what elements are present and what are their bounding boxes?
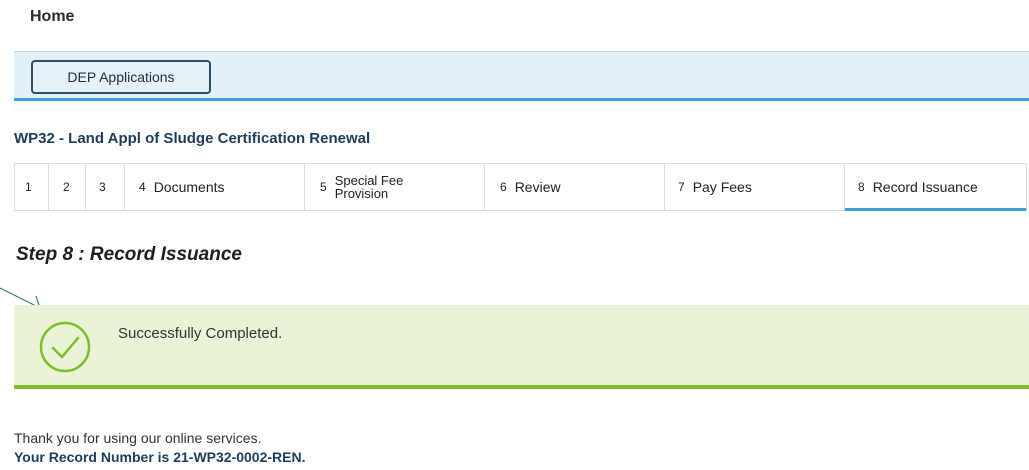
step-number: 1 xyxy=(25,180,32,194)
step-navigation: 1 2 3 4 Documents 5 Special Fee Provisio… xyxy=(14,163,1027,211)
success-message: Successfully Completed. xyxy=(118,325,283,342)
step-number: 4 xyxy=(139,180,146,194)
step-label: Pay Fees xyxy=(692,179,752,195)
step-heading: Step 8 : Record Issuance xyxy=(16,244,242,265)
record-title: WP32 - Land Appl of Sludge Certification… xyxy=(14,130,371,147)
app-bar: DEP Applications xyxy=(14,51,1029,101)
step-number: 8 xyxy=(858,180,865,194)
step-number: 3 xyxy=(99,180,106,194)
step-label: Review xyxy=(514,179,561,195)
step-2[interactable]: 2 xyxy=(49,164,86,210)
record-number-text: Your Record Number is 21-WP32-0002-REN. xyxy=(14,449,306,465)
success-banner: Successfully Completed. xyxy=(14,305,1029,389)
step-label: Special Fee Provision xyxy=(335,174,404,200)
step-label: Record Issuance xyxy=(872,179,978,195)
dep-applications-button[interactable]: DEP Applications xyxy=(31,60,211,94)
step-number: 2 xyxy=(63,180,70,194)
step-6[interactable]: 6 Review xyxy=(485,164,665,210)
thank-you-message: Thank you for using our online services. xyxy=(14,430,262,446)
step-8[interactable]: 8 Record Issuance xyxy=(845,164,1026,211)
step-number: 7 xyxy=(678,180,685,194)
step-label: Documents xyxy=(153,179,225,195)
step-1[interactable]: 1 xyxy=(15,164,49,210)
step-label-line-2: Provision xyxy=(334,186,389,201)
step-5[interactable]: 5 Special Fee Provision xyxy=(305,164,485,210)
step-number: 6 xyxy=(500,180,507,194)
step-4[interactable]: 4 Documents xyxy=(125,164,305,210)
step-7[interactable]: 7 Pay Fees xyxy=(665,164,845,210)
step-3[interactable]: 3 xyxy=(86,164,125,210)
home-link[interactable]: Home xyxy=(30,8,74,26)
check-circle-icon xyxy=(39,321,91,373)
step-number: 5 xyxy=(320,180,327,194)
